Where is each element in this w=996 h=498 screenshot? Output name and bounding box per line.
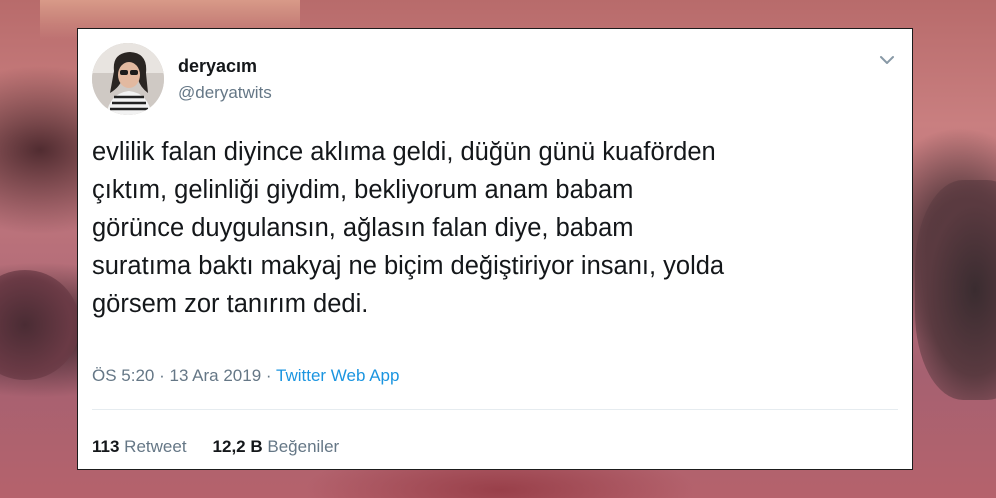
tweet-meta: ÖS 5:20 · 13 Ara 2019 · Twitter Web App — [92, 366, 399, 386]
retweet-count: 113 — [92, 437, 120, 456]
tweet-text: evlilik falan diyince aklıma geldi, düğü… — [92, 138, 725, 318]
avatar[interactable] — [92, 43, 164, 115]
avatar-image — [92, 43, 164, 115]
like-stat[interactable]: 12,2 B Beğeniler — [213, 437, 340, 456]
like-count: 12,2 B — [212, 437, 263, 456]
background-photo: deryacım @deryatwits evlilik falan diyin… — [0, 0, 996, 498]
background-shape — [0, 270, 80, 380]
tweet-source-link[interactable]: Twitter Web App — [276, 366, 399, 385]
user-handle[interactable]: @deryatwits — [178, 83, 272, 103]
meta-separator: · — [261, 366, 276, 385]
tweet-time[interactable]: ÖS 5:20 — [92, 366, 154, 385]
chevron-down-icon[interactable] — [875, 50, 899, 70]
like-label: Beğeniler — [267, 437, 340, 456]
background-shape — [915, 180, 996, 400]
divider — [92, 409, 898, 410]
retweet-label: Retweet — [124, 437, 187, 456]
tweet-date[interactable]: 13 Ara 2019 — [169, 366, 261, 385]
tweet-card: deryacım @deryatwits evlilik falan diyin… — [77, 28, 913, 470]
meta-separator: · — [154, 366, 170, 385]
display-name[interactable]: deryacım — [178, 56, 257, 77]
retweet-stat[interactable]: 113 Retweet — [92, 437, 187, 456]
tweet-stats: 113 Retweet 12,2 B Beğeniler — [92, 437, 339, 457]
